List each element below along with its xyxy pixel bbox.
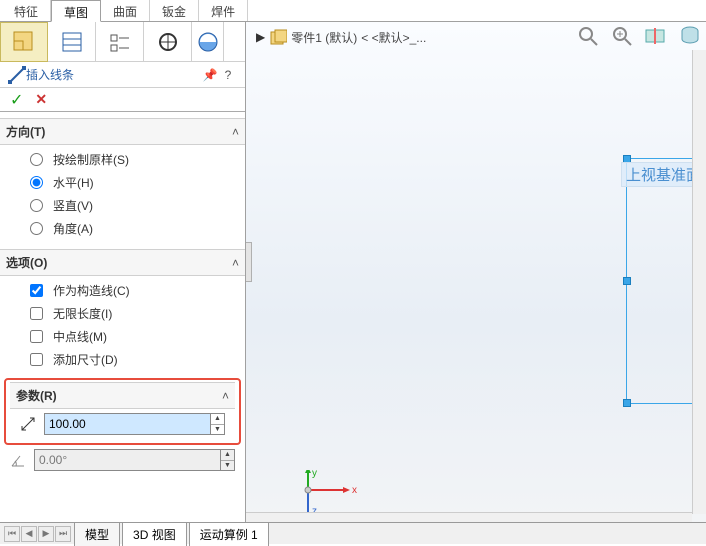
fm-tab-property-manager[interactable] [48, 22, 96, 62]
tab-nav-arrows: ⏮ ◀ ▶ ⏭ [4, 526, 72, 542]
opt-as-drawn[interactable]: 按绘制原样(S) [30, 151, 235, 168]
property-manager-icon [61, 31, 83, 53]
section-view-button[interactable] [644, 24, 668, 48]
bottom-tab-3dview[interactable]: 3D 视图 [122, 522, 187, 546]
section-view-icon [644, 26, 668, 46]
bottom-tab-model[interactable]: 模型 [74, 522, 120, 546]
opt-infinite[interactable]: 无限长度(I) [30, 305, 235, 322]
options-body: 作为构造线(C) 无限长度(I) 中点线(M) 添加尺寸(D) [0, 276, 245, 374]
length-icon [20, 416, 36, 432]
direction-title: 方向(T) [6, 123, 232, 140]
opt-adddim[interactable]: 添加尺寸(D) [30, 351, 235, 368]
zoom-area-button[interactable] [610, 24, 634, 48]
opt-vertical[interactable]: 竖直(V) [30, 197, 235, 214]
opt-angle[interactable]: 角度(A) [30, 220, 235, 237]
overflow-icon [197, 31, 219, 53]
tab-nav-first[interactable]: ⏮ [4, 526, 20, 542]
vertical-scrollbar[interactable] [692, 50, 706, 514]
opt-construction[interactable]: 作为构造线(C) [30, 282, 235, 299]
section-header-direction[interactable]: 方向(T) ˄ [0, 118, 245, 145]
section-header-params[interactable]: 参数(R) ˄ [10, 382, 235, 409]
breadcrumb[interactable]: ▶ 零件1 (默认) < <默认>_... [256, 28, 426, 46]
chevron-up-icon: ˄ [232, 125, 239, 139]
opt-midpoint[interactable]: 中点线(M) [30, 328, 235, 345]
feature-tree-icon [11, 29, 37, 55]
plane-handle-bl[interactable] [623, 399, 631, 407]
dimxpert-icon [157, 31, 179, 53]
angle-input [35, 450, 220, 470]
property-manager-pane: 插入线条 📌 ? ✓ ✕ 方向(T) ˄ 按绘制原样(S) 水平(H) 竖直(V… [0, 22, 246, 522]
zoom-fit-icon [577, 25, 599, 47]
section-header-options[interactable]: 选项(O) ˄ [0, 249, 245, 276]
feature-manager-toolbar [0, 22, 245, 62]
opt-horizontal[interactable]: 水平(H) [30, 174, 235, 191]
ok-button[interactable]: ✓ [10, 90, 23, 110]
length-spinner[interactable]: ▲▼ [210, 414, 224, 434]
tab-sketch[interactable]: 草图 [51, 0, 101, 22]
zoom-fit-button[interactable] [576, 24, 600, 48]
bottom-tab-bar: ⏮ ◀ ▶ ⏭ 模型 3D 视图 运动算例 1 [0, 522, 706, 544]
angle-spinner: ▲▼ [220, 450, 234, 470]
direction-body: 按绘制原样(S) 水平(H) 竖直(V) 角度(A) [0, 145, 245, 243]
confirm-row: ✓ ✕ [0, 88, 245, 112]
cancel-button[interactable]: ✕ [35, 91, 47, 108]
length-input[interactable] [45, 414, 210, 434]
fm-tab-feature-tree[interactable] [0, 22, 48, 62]
tab-surface[interactable]: 曲面 [101, 0, 150, 21]
pin-icon[interactable]: 📌 [201, 68, 219, 82]
params-title: 参数(R) [16, 387, 222, 404]
angle-icon [10, 452, 26, 468]
command-tabs: 特征 草图 曲面 钣金 焊件 [0, 0, 706, 22]
line-tool-icon [8, 66, 26, 84]
tab-nav-next[interactable]: ▶ [38, 526, 54, 542]
tab-features[interactable]: 特征 [2, 0, 51, 21]
breadcrumb-part: 零件1 (默认) [291, 29, 357, 46]
options-title: 选项(O) [6, 254, 232, 271]
pane-splitter-handle[interactable] [246, 242, 252, 282]
display-style-button[interactable] [678, 24, 702, 48]
tab-weldment[interactable]: 焊件 [199, 0, 248, 21]
plane-handle-ml[interactable] [623, 277, 631, 285]
config-manager-icon [109, 31, 131, 53]
chevron-up-icon: ˄ [222, 389, 229, 403]
display-style-icon [679, 25, 701, 47]
fm-tab-overflow[interactable] [192, 22, 224, 62]
zoom-area-icon [611, 25, 633, 47]
bottom-tab-motion[interactable]: 运动算例 1 [189, 522, 269, 546]
horizontal-scrollbar[interactable] [246, 512, 692, 522]
fm-tab-dimxpert[interactable] [144, 22, 192, 62]
tab-nav-last[interactable]: ⏭ [55, 526, 71, 542]
breadcrumb-arrow-icon: ▶ [256, 30, 265, 44]
property-body: 方向(T) ˄ 按绘制原样(S) 水平(H) 竖直(V) 角度(A) 选项(O)… [0, 112, 245, 522]
breadcrumb-config: < <默认>_... [361, 29, 426, 46]
parameters-section-highlight: 参数(R) ˄ ▲▼ [4, 378, 241, 445]
graphics-area[interactable]: ▶ 零件1 (默认) < <默认>_... 上视基准面 x [246, 22, 706, 522]
tab-nav-prev[interactable]: ◀ [21, 526, 37, 542]
command-title: 插入线条 [26, 66, 201, 83]
part-icon [269, 28, 287, 46]
param-length-row: ▲▼ [10, 409, 235, 439]
svg-text:y: y [312, 470, 317, 479]
help-icon[interactable]: ? [219, 68, 237, 82]
param-angle-row: ▲▼ [0, 445, 245, 475]
chevron-up-icon: ˄ [232, 256, 239, 270]
tab-sheetmetal[interactable]: 钣金 [150, 0, 199, 21]
command-header: 插入线条 📌 ? [0, 62, 245, 88]
svg-text:x: x [352, 485, 357, 496]
heads-up-toolbar [576, 24, 702, 48]
fm-tab-config-manager[interactable] [96, 22, 144, 62]
